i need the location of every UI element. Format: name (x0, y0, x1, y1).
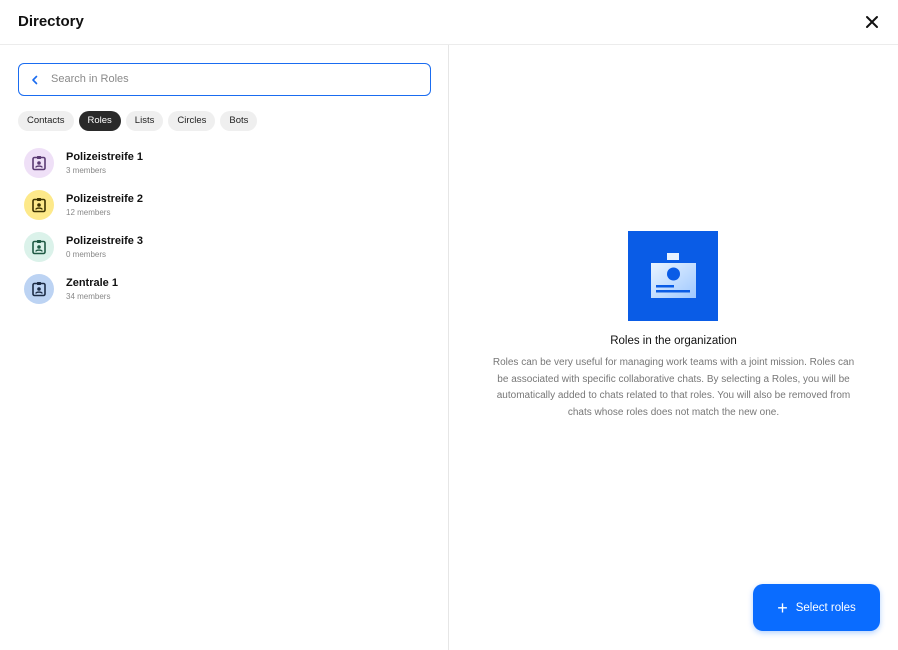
role-avatar (24, 232, 54, 262)
role-member-count: 12 members (66, 208, 111, 217)
roles-list: Polizeistreife 1 3 members Polizeistreif… (24, 148, 424, 316)
filter-chips: Contacts Roles Lists Circles Bots (18, 111, 258, 131)
role-avatar (24, 190, 54, 220)
role-name: Polizeistreife 3 (66, 235, 144, 247)
chip-roles[interactable]: Roles (78, 111, 121, 131)
role-member-count: 3 members (66, 166, 107, 175)
role-name: Zentrale 1 (66, 277, 118, 289)
chip-circles[interactable]: Circles (168, 111, 216, 131)
role-name: Polizeistreife 1 (66, 151, 144, 163)
chip-lists[interactable]: Lists (125, 111, 164, 131)
role-item[interactable]: Polizeistreife 1 3 members (24, 148, 424, 190)
back-arrow-icon[interactable] (29, 73, 41, 85)
badge-icon (32, 282, 46, 297)
search-box (18, 63, 431, 96)
badge-icon (32, 240, 46, 255)
plus-icon: + (777, 597, 788, 618)
role-name: Polizeistreife 2 (66, 193, 144, 205)
role-member-count: 0 members (66, 250, 107, 259)
role-item[interactable]: Zentrale 1 34 members (24, 274, 424, 316)
info-panel: Roles in the organization Roles can be v… (449, 45, 898, 650)
info-title: Roles in the organization (610, 335, 737, 347)
dialog-title: Directory (18, 13, 84, 30)
roles-illustration (628, 231, 718, 321)
info-description: Roles can be very useful for managing wo… (492, 357, 855, 418)
role-item[interactable]: Polizeistreife 2 12 members (24, 190, 424, 232)
role-avatar (24, 274, 54, 304)
chip-contacts[interactable]: Contacts (18, 111, 74, 131)
badge-icon (32, 156, 46, 171)
badge-icon (32, 198, 46, 213)
close-icon[interactable] (862, 12, 882, 32)
role-member-count: 34 members (66, 292, 111, 301)
directory-panel: Contacts Roles Lists Circles Bots Polize… (0, 45, 449, 650)
role-avatar (24, 148, 54, 178)
search-input[interactable] (51, 69, 411, 89)
role-item[interactable]: Polizeistreife 3 0 members (24, 232, 424, 274)
select-roles-button[interactable]: + Select roles (753, 584, 880, 631)
chip-bots[interactable]: Bots (220, 111, 258, 131)
dialog-header: Directory (0, 0, 898, 45)
select-roles-label: Select roles (795, 601, 856, 614)
